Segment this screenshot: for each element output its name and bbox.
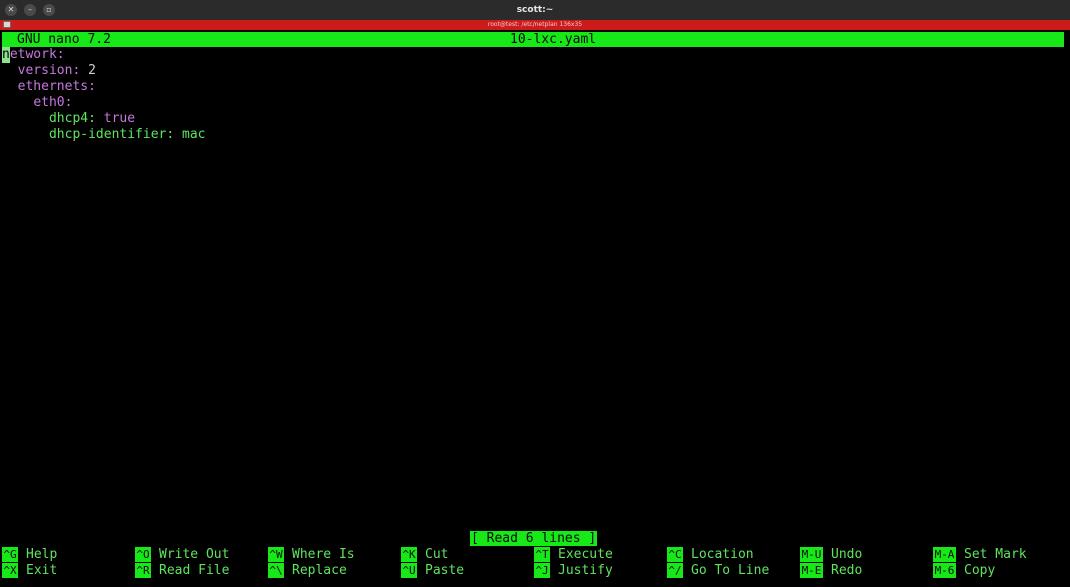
shortcut-key: ^K	[401, 547, 417, 562]
shortcut-justify[interactable]: ^J Justify	[534, 563, 613, 579]
shortcut-label: Set Mark	[964, 547, 1027, 562]
yaml-key: dhcp-identifier:	[48, 127, 175, 142]
shortcut-key: ^U	[401, 563, 417, 578]
shortcut-key: M-6	[933, 563, 956, 578]
shortcut-key: ^W	[268, 547, 284, 562]
shortcut-key: ^/	[667, 563, 683, 578]
terminal-tab-bar: root@test: /etc/netplan 136x35	[0, 20, 1070, 30]
yaml-value: true	[103, 111, 136, 126]
terminal-tab-title: root@test: /etc/netplan 136x35	[487, 21, 583, 28]
yaml-value: mac	[182, 127, 206, 142]
shortcut-key: ^\	[268, 563, 284, 578]
shortcut-key: M-U	[800, 547, 823, 562]
shortcut-key: ^T	[534, 547, 550, 562]
shortcut-execute[interactable]: ^T Execute	[534, 547, 613, 563]
shortcut-undo[interactable]: M-U Undo	[800, 547, 862, 563]
window-title: scott:~	[516, 5, 554, 15]
shortcut-label: Location	[691, 547, 754, 562]
nano-header-bar: GNU nano 7.2 10-lxc.yaml	[2, 32, 1064, 47]
nano-version: GNU nano 7.2	[17, 32, 111, 47]
file-line-6[interactable]: dhcp-identifier: mac	[2, 127, 206, 143]
file-line-3[interactable]: ethernets:	[2, 79, 96, 95]
yaml-key: eth0:	[33, 95, 73, 110]
shortcut-copy[interactable]: M-6 Copy	[933, 563, 995, 579]
terminal-area[interactable]: GNU nano 7.2 10-lxc.yaml network: versio…	[0, 31, 1070, 587]
yaml-key: version:	[17, 63, 81, 78]
shortcut-label: Redo	[831, 563, 863, 578]
shortcut-label: Read File	[159, 563, 230, 578]
shortcut-label: Replace	[292, 563, 347, 578]
shortcut-label: Go To Line	[691, 563, 770, 578]
terminal-window: ✕ – ▫ scott:~ root@test: /etc/netplan 13…	[0, 0, 1070, 587]
file-line-4[interactable]: eth0:	[2, 95, 72, 111]
yaml-value: 2	[88, 63, 96, 78]
shortcut-exit[interactable]: ^X Exit	[2, 563, 57, 579]
shortcut-set-mark[interactable]: M-A Set Mark	[933, 547, 1027, 563]
window-titlebar: ✕ – ▫ scott:~	[0, 0, 1070, 21]
shortcut-label: Undo	[831, 547, 863, 562]
shortcut-key: M-E	[800, 563, 823, 578]
shortcut-redo[interactable]: M-E Redo	[800, 563, 862, 579]
shortcut-go-to-line[interactable]: ^/ Go To Line	[667, 563, 769, 579]
nano-status-message: [ Read 6 lines ]	[470, 531, 598, 546]
nano-filename: 10-lxc.yaml	[510, 32, 597, 47]
shortcut-cut[interactable]: ^K Cut	[401, 547, 448, 563]
shortcut-write-out[interactable]: ^O Write Out	[135, 547, 229, 563]
shortcut-label: Help	[26, 547, 58, 562]
shortcut-replace[interactable]: ^\ Replace	[268, 563, 347, 579]
shortcut-label: Execute	[558, 547, 613, 562]
shortcut-key: ^C	[667, 547, 683, 562]
text-cursor: n	[2, 47, 10, 63]
yaml-key: dhcp4:	[48, 111, 96, 126]
shortcut-key: ^J	[534, 563, 550, 578]
shortcut-help[interactable]: ^G Help	[2, 547, 57, 563]
shortcut-label: Exit	[26, 563, 58, 578]
shortcut-label: Where Is	[292, 547, 355, 562]
shortcut-key: M-A	[933, 547, 956, 562]
yaml-key: ethernets:	[17, 79, 96, 94]
shortcut-key: ^G	[2, 547, 18, 562]
shortcut-paste[interactable]: ^U Paste	[401, 563, 464, 579]
shortcut-label: Copy	[964, 563, 996, 578]
file-line-1[interactable]: network:	[2, 47, 65, 63]
shortcut-read-file[interactable]: ^R Read File	[135, 563, 229, 579]
shortcut-label: Justify	[558, 563, 613, 578]
shortcut-key: ^X	[2, 563, 18, 578]
shortcut-label: Write Out	[159, 547, 230, 562]
file-line-5[interactable]: dhcp4: true	[2, 111, 135, 127]
shortcut-where-is[interactable]: ^W Where Is	[268, 547, 355, 563]
yaml-key: etwork:	[9, 47, 65, 62]
file-line-2[interactable]: version: 2	[2, 63, 96, 79]
shortcut-label: Cut	[425, 547, 449, 562]
shortcut-label: Paste	[425, 563, 465, 578]
shortcut-location[interactable]: ^C Location	[667, 547, 754, 563]
shortcut-key: ^O	[135, 547, 151, 562]
shortcut-key: ^R	[135, 563, 151, 578]
